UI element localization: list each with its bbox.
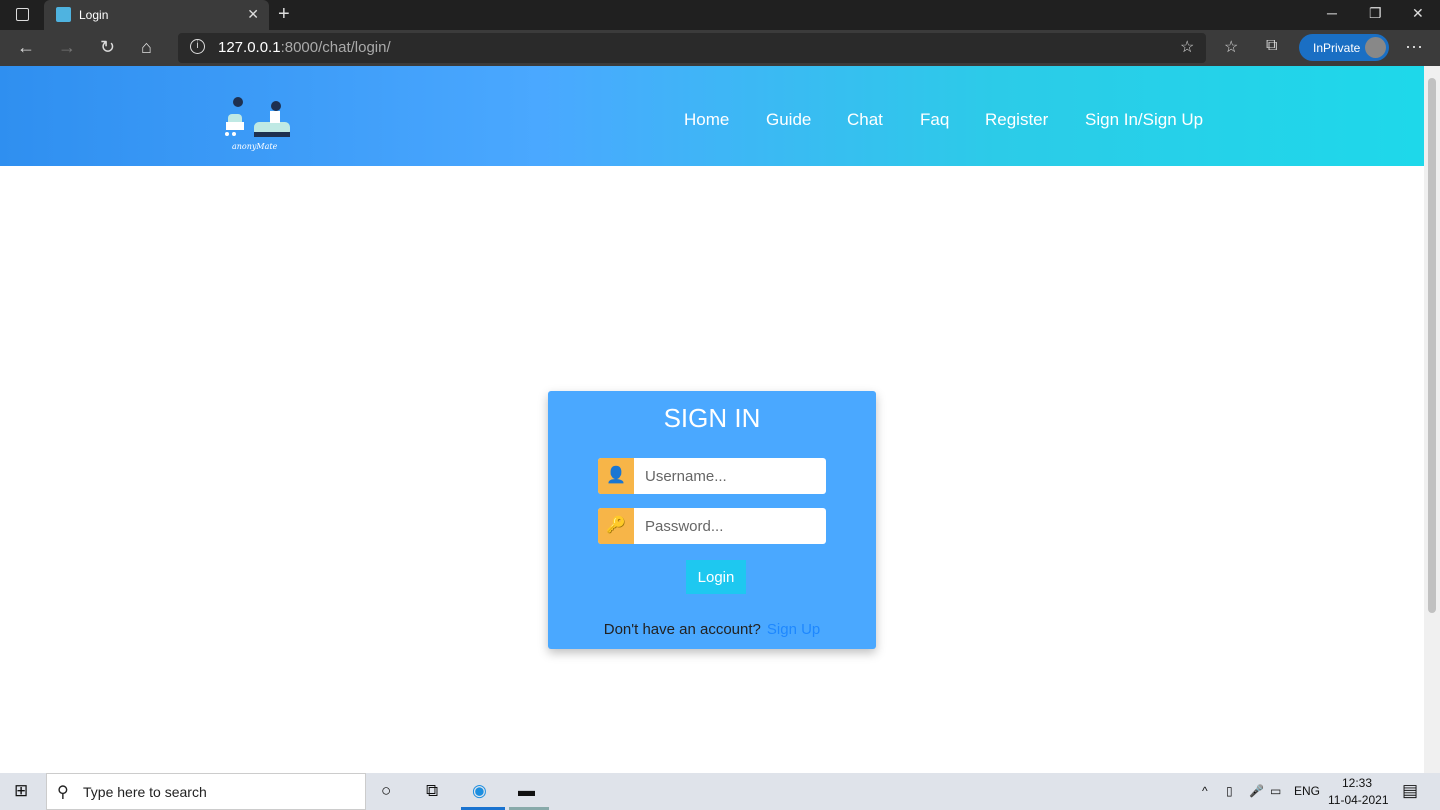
login-card: SIGN IN 👤 🔑 Login Don't have an account?…: [548, 391, 876, 649]
device-icon[interactable]: ▯: [1226, 784, 1233, 798]
show-hidden-icons[interactable]: ^: [1202, 784, 1208, 798]
clock-time[interactable]: 12:33: [1342, 776, 1372, 790]
tab-bar: Login ✕ + ─ ❐ ✕: [0, 0, 1440, 30]
browser-toolbar: ← → ↻ ⌂ i 127.0.0.1:8000/chat/login/ ☆ ☆…: [0, 30, 1440, 66]
home-icon[interactable]: ⌂: [141, 37, 152, 58]
url-host: 127.0.0.1: [218, 39, 281, 56]
taskbar: ⊞ ⚲ Type here to search ○ ⧉ ◉ ▬ ^ ▯ 🎤 ▭ E…: [0, 773, 1440, 810]
favorites-icon[interactable]: ☆: [1224, 37, 1238, 57]
login-title: SIGN IN: [663, 403, 761, 433]
signup-prompt: Don't have an account? Sign Up: [548, 621, 876, 638]
svg-text:anonyMate: anonyMate: [232, 142, 278, 151]
username-input[interactable]: [634, 458, 824, 494]
password-field: 🔑: [598, 508, 826, 544]
close-tab-icon[interactable]: ✕: [247, 6, 259, 23]
signup-prompt-text: Don't have an account?: [603, 621, 761, 638]
tab-title: Login: [79, 8, 109, 22]
taskbar-search[interactable]: ⚲ Type here to search: [46, 773, 366, 810]
more-icon[interactable]: ⋯: [1405, 37, 1423, 58]
forward-icon[interactable]: →: [58, 37, 76, 58]
refresh-icon[interactable]: ↻: [100, 37, 115, 58]
windows-start-icon[interactable]: ⊞: [14, 781, 28, 801]
language-indicator[interactable]: ENG: [1294, 784, 1320, 798]
back-icon[interactable]: ←: [17, 37, 35, 58]
search-placeholder: Type here to search: [83, 784, 207, 800]
nav-home[interactable]: Home: [684, 110, 729, 130]
collections-icon[interactable]: ⧉: [1266, 37, 1277, 55]
favicon-icon: [56, 7, 71, 22]
edge-icon[interactable]: ◉: [472, 781, 487, 801]
minimize-icon[interactable]: ─: [1327, 5, 1337, 21]
notifications-icon[interactable]: ▤: [1402, 781, 1418, 801]
page: anonyMate Home Guide Chat Faq Register S…: [0, 66, 1424, 773]
microphone-icon[interactable]: 🎤: [1249, 784, 1264, 798]
navbar: anonyMate Home Guide Chat Faq Register S…: [0, 66, 1424, 166]
search-icon: ⚲: [57, 784, 69, 801]
close-window-icon[interactable]: ✕: [1412, 5, 1424, 22]
tab-actions-icon[interactable]: [16, 8, 29, 21]
scrollbar-thumb[interactable]: [1428, 78, 1436, 613]
terminal-icon[interactable]: ▬: [518, 781, 535, 801]
key-icon: 🔑: [598, 508, 634, 544]
info-icon[interactable]: i: [190, 39, 205, 54]
scrollbar[interactable]: [1424, 66, 1440, 773]
battery-icon[interactable]: ▭: [1270, 784, 1281, 798]
url-path: :8000/chat/login/: [280, 39, 391, 56]
add-favorite-icon[interactable]: ☆: [1180, 37, 1194, 57]
new-tab-icon[interactable]: +: [278, 3, 290, 26]
profile-avatar: [1365, 37, 1386, 58]
password-input[interactable]: [634, 508, 824, 544]
inprivate-label: InPrivate: [1313, 41, 1361, 55]
nav-sign-in-sign-up[interactable]: Sign In/Sign Up: [1085, 110, 1203, 130]
tab-login[interactable]: Login ✕: [44, 0, 269, 30]
cortana-icon[interactable]: ○: [381, 781, 391, 801]
nav-chat[interactable]: Chat: [847, 110, 883, 130]
user-icon: 👤: [598, 458, 634, 494]
nav-guide[interactable]: Guide: [766, 110, 811, 130]
inprivate-button[interactable]: InPrivate: [1299, 34, 1389, 61]
restore-icon[interactable]: ❐: [1369, 5, 1382, 22]
logo[interactable]: anonyMate: [220, 94, 292, 152]
username-field: 👤: [598, 458, 826, 494]
nav-faq[interactable]: Faq: [920, 110, 949, 130]
signup-link[interactable]: Sign Up: [767, 621, 820, 638]
nav-register[interactable]: Register: [985, 110, 1048, 130]
task-view-icon[interactable]: ⧉: [426, 781, 438, 801]
clock-date[interactable]: 11-04-2021: [1328, 793, 1389, 807]
address-bar[interactable]: i 127.0.0.1:8000/chat/login/ ☆: [178, 33, 1206, 63]
login-button[interactable]: Login: [686, 560, 746, 594]
